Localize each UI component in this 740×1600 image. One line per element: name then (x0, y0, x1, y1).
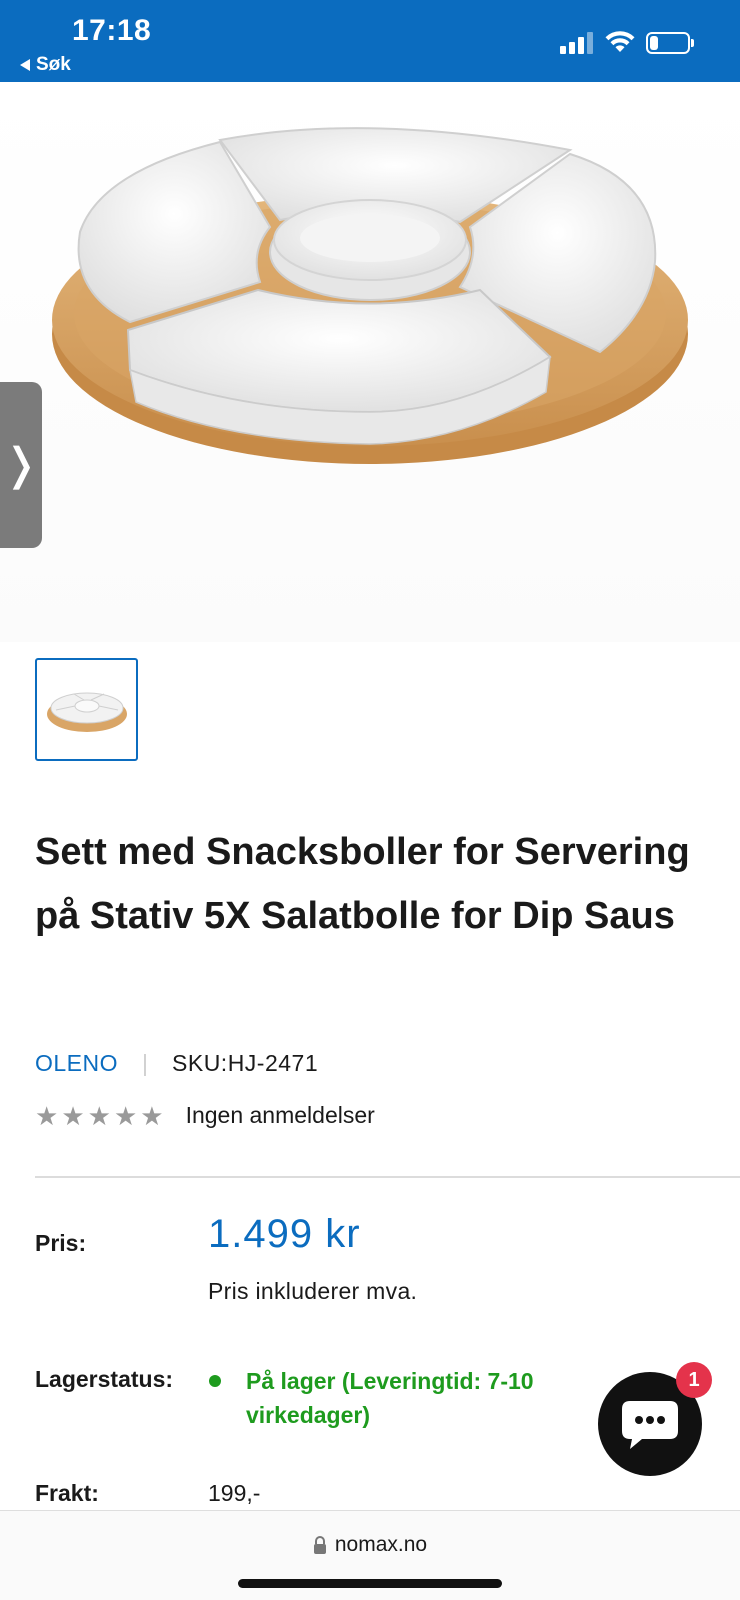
product-image[interactable]: ❭ (0, 82, 740, 642)
product-meta: OLENO | SKU:HJ-2471 (35, 1050, 318, 1077)
star-icon: ★ (35, 1100, 59, 1131)
next-image-button[interactable]: ❭ (0, 382, 42, 548)
battery-icon (646, 32, 690, 54)
meta-divider: | (142, 1050, 149, 1076)
rating-stars: ★ ★ ★ ★ ★ (35, 1103, 164, 1129)
star-icon: ★ (113, 1100, 138, 1131)
star-icon: ★ (140, 1100, 164, 1131)
chat-notification-badge: 1 (676, 1362, 712, 1398)
product-title: Sett med Snacksboller for Servering på S… (35, 831, 690, 937)
gallery-thumbnail[interactable] (35, 658, 138, 761)
back-arrow-icon (20, 59, 30, 71)
address-bar[interactable]: nomax.no (0, 1533, 740, 1557)
snack-bowl-set-image (52, 127, 688, 464)
status-bar: 17:18 Søk (0, 0, 740, 82)
price-label: Pris: (35, 1230, 87, 1256)
wifi-icon (605, 31, 635, 52)
stock-status: På lager (Leveringtid: 7-10 virkedager) (246, 1368, 534, 1428)
back-to-search-button[interactable]: Søk (20, 54, 71, 76)
star-icon: ★ (61, 1100, 85, 1131)
sku: SKU:HJ-2471 (172, 1050, 319, 1076)
cellular-signal-icon (560, 32, 594, 54)
in-stock-dot-icon (209, 1375, 221, 1387)
freight-label: Frakt: (35, 1480, 99, 1506)
url-text: nomax.no (334, 1533, 428, 1556)
rating[interactable]: ★ ★ ★ ★ ★ Ingen anmeldelser (35, 1102, 375, 1129)
divider (35, 1176, 740, 1178)
stock-label: Lagerstatus: (35, 1366, 174, 1392)
star-icon: ★ (87, 1100, 111, 1131)
home-indicator[interactable] (238, 1579, 502, 1588)
vendor-link[interactable]: OLENO (35, 1050, 118, 1077)
battery-tip (691, 39, 694, 47)
lock-icon (313, 1536, 326, 1554)
review-count: Ingen anmeldelser (185, 1102, 375, 1128)
price-vat-note: Pris inkluderer mva. (208, 1278, 418, 1304)
browser-url-bar: nomax.no (0, 1510, 740, 1600)
back-label: Søk (36, 54, 71, 75)
battery-level (650, 36, 658, 50)
chevron-right-icon: ❭ (2, 440, 40, 489)
clock: 17:18 (72, 14, 152, 47)
chat-bubble-icon (622, 1401, 678, 1449)
thumbnail-image (46, 692, 127, 732)
freight-value: 199,- (208, 1480, 261, 1506)
price: 1.499 kr (208, 1212, 361, 1256)
